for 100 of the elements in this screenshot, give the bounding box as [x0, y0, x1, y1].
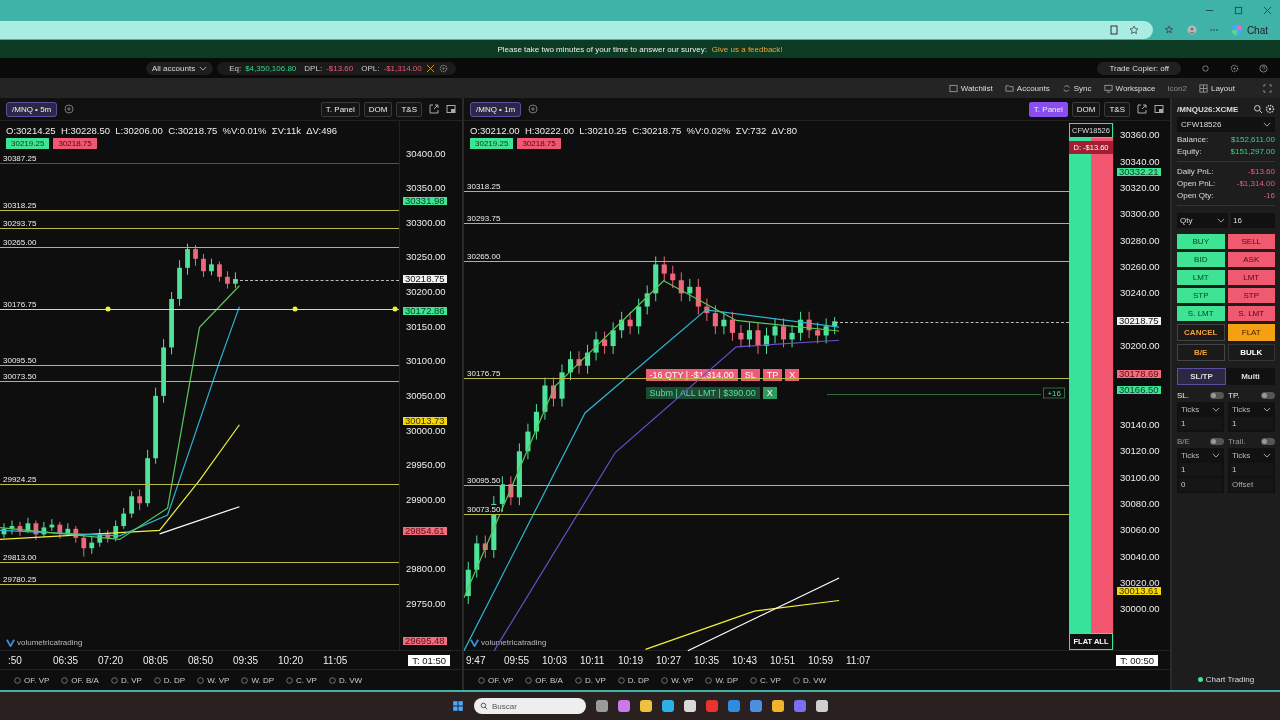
radio-icon[interactable]	[525, 676, 533, 684]
radio-icon[interactable]	[61, 676, 69, 684]
favorites-icon[interactable]	[1164, 25, 1175, 35]
unit-select[interactable]: Ticks	[1230, 404, 1273, 415]
study-toggle[interactable]: D. VP	[574, 675, 606, 685]
qty-input[interactable]: 16	[1231, 213, 1275, 228]
chart-tool-button[interactable]: DOM	[363, 101, 393, 117]
order-button[interactable]: S. LMT	[1177, 306, 1225, 321]
close-icon[interactable]	[1263, 5, 1272, 15]
study-toggle[interactable]: C. VP	[286, 675, 317, 685]
app-icon[interactable]	[618, 700, 630, 712]
order-button[interactable]: B/E	[1177, 344, 1225, 361]
app-icon[interactable]	[750, 700, 762, 712]
radio-icon[interactable]	[14, 676, 21, 684]
maximize-icon[interactable]	[1154, 104, 1164, 114]
toolbar-button[interactable]: Accounts	[1004, 83, 1050, 93]
level-line[interactable]	[0, 247, 399, 249]
radio-icon[interactable]	[617, 676, 625, 684]
order-button[interactable]: BULK	[1227, 344, 1275, 361]
feedback-link[interactable]: Give us a feedback!	[711, 44, 783, 54]
number-input[interactable]: 1	[1230, 417, 1273, 430]
search-icon[interactable]	[1253, 104, 1263, 114]
account-select[interactable]: All accounts	[146, 61, 214, 75]
order-button[interactable]: STP	[1177, 288, 1225, 303]
app-icon[interactable]	[662, 700, 674, 712]
level-line[interactable]	[0, 210, 399, 212]
app-icon[interactable]	[728, 700, 740, 712]
level-line[interactable]	[464, 513, 1069, 515]
study-toggle[interactable]: W. VP	[197, 675, 230, 685]
fullscreen-icon[interactable]	[1263, 83, 1272, 93]
account-select[interactable]: CFW18526	[1177, 117, 1275, 132]
search-field[interactable]: Buscar	[474, 698, 586, 714]
study-toggle[interactable]: OF. VP	[478, 675, 514, 685]
radio-icon[interactable]	[750, 676, 758, 684]
order-button[interactable]: ASK	[1227, 252, 1275, 267]
order-button[interactable]: CANCEL	[1177, 324, 1225, 341]
bracket-tab[interactable]: SL/TP	[1177, 368, 1226, 385]
unit-select[interactable]: Ticks	[1179, 404, 1222, 415]
order-button[interactable]: SELL	[1227, 234, 1275, 249]
study-toggle[interactable]: W. DP	[705, 675, 739, 685]
level-line[interactable]	[0, 484, 399, 486]
level-line[interactable]	[464, 484, 1069, 486]
study-toggle[interactable]: W. DP	[241, 675, 275, 685]
app-icon[interactable]	[794, 700, 806, 712]
study-toggle[interactable]: OF. VP	[14, 675, 50, 685]
settings-icon[interactable]	[1265, 104, 1275, 114]
level-line[interactable]	[464, 223, 1069, 225]
position-marker[interactable]: +16	[1043, 387, 1065, 399]
cancel-order-button[interactable]: X	[762, 387, 777, 400]
radio-icon[interactable]	[110, 676, 118, 684]
radio-icon[interactable]	[705, 676, 713, 684]
popout-icon[interactable]	[1137, 104, 1147, 114]
toolbar-button[interactable]: Layout	[1198, 83, 1235, 93]
radio-icon[interactable]	[197, 676, 205, 684]
order-button[interactable]: BUY	[1177, 234, 1225, 249]
radio-icon[interactable]	[286, 676, 294, 684]
maximize-icon[interactable]	[446, 104, 456, 114]
level-line[interactable]	[0, 308, 399, 310]
add-icon[interactable]	[528, 104, 539, 114]
study-toggle[interactable]: D. VW	[792, 675, 827, 685]
number-input[interactable]: 1	[1179, 417, 1222, 430]
order-button[interactable]: LMT	[1227, 270, 1275, 285]
start-icon[interactable]	[452, 700, 464, 712]
level-line[interactable]	[0, 380, 399, 382]
level-line[interactable]	[0, 365, 399, 367]
radio-icon[interactable]	[328, 676, 336, 684]
radio-icon[interactable]	[241, 676, 249, 684]
chart-tool-button[interactable]: T. Panel	[320, 101, 360, 117]
reader-icon[interactable]	[1108, 25, 1119, 35]
star-icon[interactable]	[1128, 25, 1139, 35]
study-toggle[interactable]: OF. B/A	[525, 675, 563, 685]
order-button[interactable]: S. LMT	[1227, 306, 1275, 321]
radio-icon[interactable]	[478, 676, 485, 684]
order-button[interactable]: BID	[1177, 252, 1225, 267]
symbol-tab[interactable]: /MNQ • 5m	[6, 101, 58, 117]
radio-icon[interactable]	[153, 676, 161, 684]
level-line[interactable]	[464, 190, 1069, 192]
study-toggle[interactable]: C. VP	[750, 675, 781, 685]
app-icon[interactable]	[772, 700, 784, 712]
study-toggle[interactable]: D. DP	[617, 675, 650, 685]
study-toggle[interactable]: D. DP	[153, 675, 186, 685]
order-button[interactable]: STP	[1227, 288, 1275, 303]
line-handle[interactable]	[292, 306, 298, 312]
toolbar-button[interactable]: Sync	[1061, 83, 1092, 93]
app-icon[interactable]	[684, 700, 696, 712]
level-line[interactable]	[0, 227, 399, 229]
help-icon[interactable]	[1259, 63, 1268, 73]
level-line[interactable]	[464, 377, 1069, 379]
toolbar-button[interactable]: Workspace	[1103, 83, 1156, 93]
study-toggle[interactable]: D. VP	[110, 675, 142, 685]
level-line[interactable]	[0, 584, 399, 586]
study-toggle[interactable]: OF. B/A	[61, 675, 99, 685]
toggle-switch[interactable]	[1210, 392, 1224, 399]
chart-tool-button[interactable]: T. Panel	[1028, 101, 1068, 117]
chat-button[interactable]: Chat	[1230, 24, 1268, 36]
radio-icon[interactable]	[661, 676, 669, 684]
qty-mode-select[interactable]: Qty	[1177, 213, 1228, 228]
radio-icon[interactable]	[792, 676, 800, 684]
settings-icon[interactable]	[1230, 63, 1239, 73]
study-toggle[interactable]: W. VP	[661, 675, 694, 685]
